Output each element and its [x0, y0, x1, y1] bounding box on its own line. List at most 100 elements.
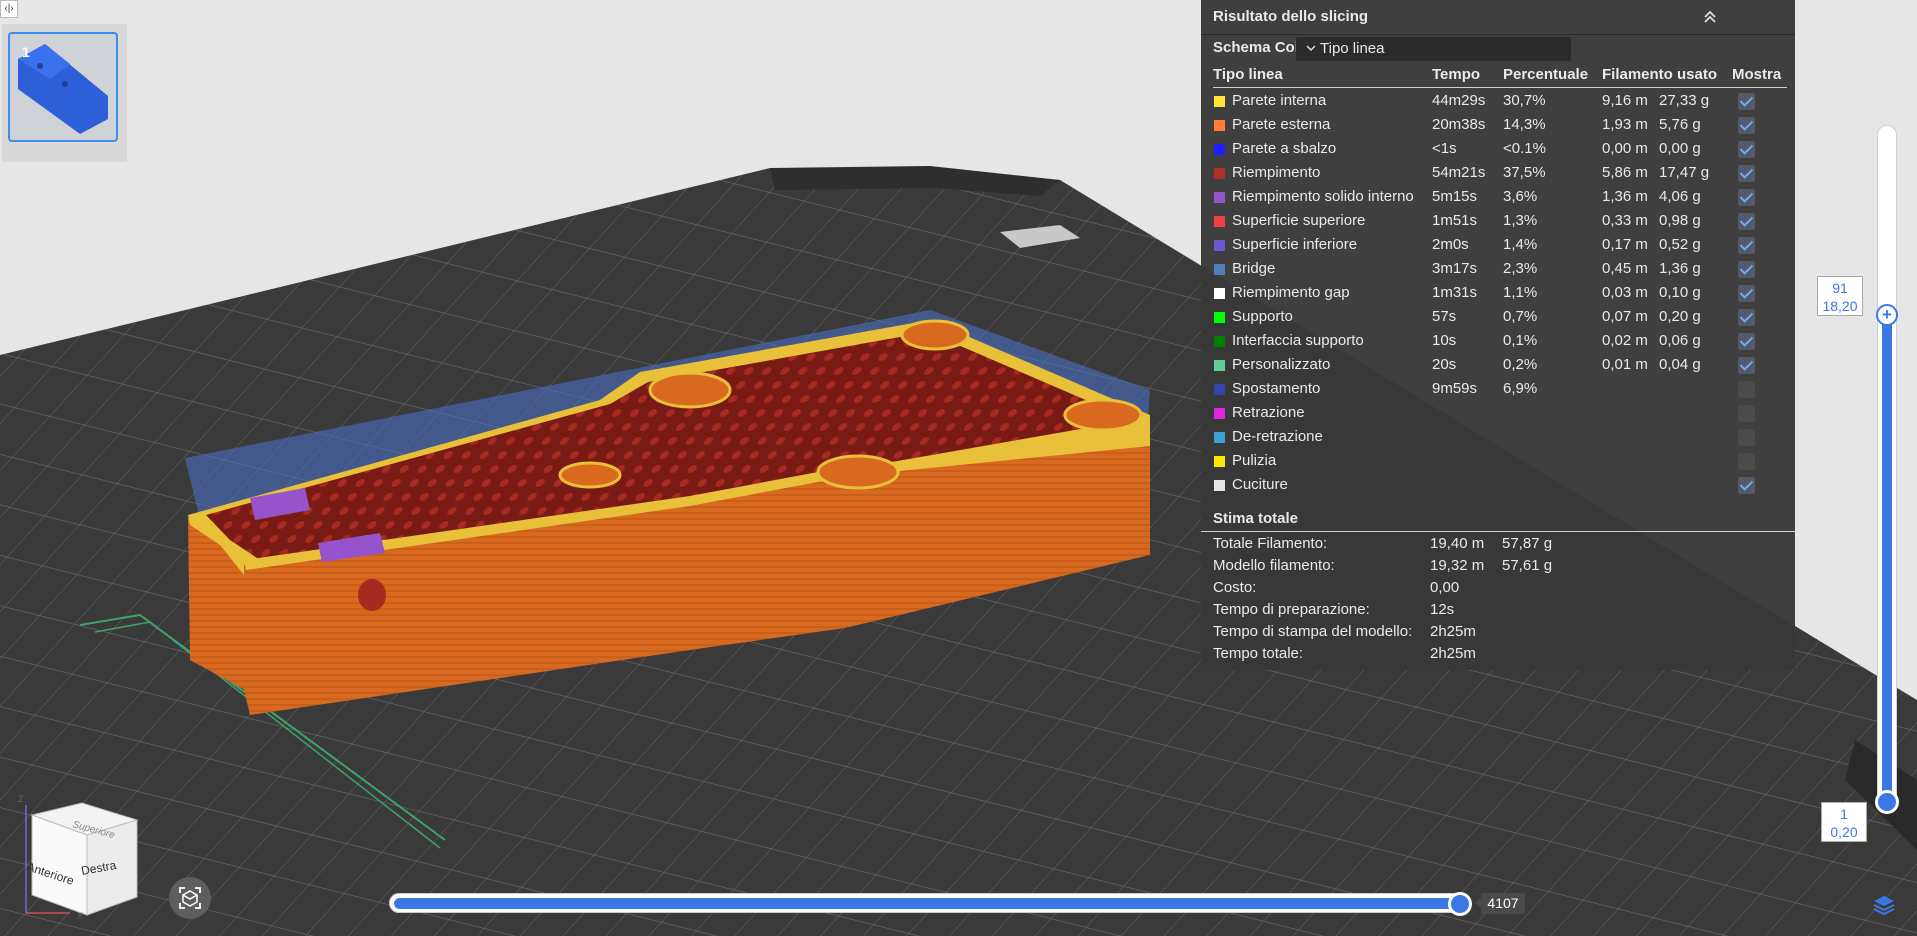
total-row: Tempo di stampa del modello: 2h25m: [1201, 623, 1795, 645]
total-label: Tempo di preparazione:: [1213, 601, 1370, 618]
line-type-length: 0,00 m: [1602, 140, 1648, 157]
line-type-percent: 3,6%: [1503, 188, 1538, 205]
color-swatch: [1214, 192, 1225, 203]
plate-number: 1: [22, 44, 30, 60]
plate-thumbnail-panel: 1: [2, 24, 127, 162]
fit-view-button[interactable]: [169, 877, 211, 919]
line-type-name: Riempimento solido interno: [1232, 188, 1414, 205]
total-value-secondary: 57,61 g: [1502, 557, 1553, 574]
chevron-down-icon: [1306, 45, 1316, 52]
line-type-name: Spostamento: [1232, 380, 1321, 397]
layer-slider-bottom-handle[interactable]: [1875, 790, 1899, 814]
color-swatch: [1214, 312, 1225, 323]
show-checkbox[interactable]: [1738, 381, 1755, 398]
line-type-length: 0,45 m: [1602, 260, 1648, 277]
show-checkbox[interactable]: [1738, 357, 1755, 374]
line-type-row: Personalizzato 20s 0,2% 0,01 m 0,04 g: [1201, 354, 1795, 378]
line-type-length: 5,86 m: [1602, 164, 1648, 181]
total-label: Modello filamento:: [1213, 557, 1335, 574]
totals-title: Stima totale: [1213, 510, 1299, 527]
total-value: 2h25m: [1430, 645, 1476, 662]
move-slider-handle[interactable]: [1448, 892, 1472, 916]
color-swatch: [1214, 96, 1225, 107]
show-checkbox[interactable]: [1738, 165, 1755, 182]
collapse-icon[interactable]: [1701, 8, 1719, 26]
line-type-row: De-retrazione: [1201, 426, 1795, 450]
color-swatch: [1214, 456, 1225, 467]
line-type-name: Retrazione: [1232, 404, 1305, 421]
line-type-percent: 0,2%: [1503, 356, 1538, 373]
show-checkbox[interactable]: [1738, 213, 1755, 230]
sidebar-toggle-button[interactable]: ‹|›: [0, 0, 18, 18]
header-percent: Percentuale: [1503, 66, 1589, 83]
color-swatch: [1214, 480, 1225, 491]
line-type-length: 0,07 m: [1602, 308, 1648, 325]
line-type-time: 2m0s: [1432, 236, 1469, 253]
line-type-weight: 0,20 g: [1659, 308, 1701, 325]
fit-view-icon: [179, 887, 201, 909]
line-type-percent: 1,3%: [1503, 212, 1538, 229]
line-type-length: 1,36 m: [1602, 188, 1648, 205]
show-checkbox[interactable]: [1738, 333, 1755, 350]
line-type-percent: 0,7%: [1503, 308, 1538, 325]
line-type-time: 1m31s: [1432, 284, 1478, 301]
show-checkbox[interactable]: [1738, 141, 1755, 158]
show-checkbox[interactable]: [1738, 237, 1755, 254]
line-type-row: Pulizia: [1201, 450, 1795, 474]
line-type-weight: 17,47 g: [1659, 164, 1710, 181]
line-type-row: Riempimento solido interno 5m15s 3,6% 1,36 …: [1201, 186, 1795, 210]
line-type-name: Interfaccia supporto: [1232, 332, 1364, 349]
show-checkbox[interactable]: [1738, 477, 1755, 494]
line-type-time: 57s: [1432, 308, 1457, 325]
view-cube[interactable]: Superiore Anteriore Destra Z X: [12, 785, 142, 921]
color-swatch: [1214, 408, 1225, 419]
line-type-row: Superficie superiore 1m51s 1,3% 0,33 m 0,98 …: [1201, 210, 1795, 234]
total-label: Tempo totale:: [1213, 645, 1304, 662]
show-checkbox[interactable]: [1738, 405, 1755, 422]
show-checkbox[interactable]: [1738, 261, 1755, 278]
axis-x-label: X: [77, 911, 83, 920]
line-type-row: Riempimento 54m21s 37,5% 5,86 m 17,47 g: [1201, 162, 1795, 186]
layer-slider-top-handle[interactable]: +: [1876, 304, 1898, 326]
layers-icon[interactable]: [1872, 893, 1896, 917]
show-checkbox[interactable]: [1738, 189, 1755, 206]
show-checkbox[interactable]: [1738, 453, 1755, 470]
total-label: Costo:: [1213, 579, 1257, 596]
total-value: 19,40 m: [1430, 535, 1485, 552]
color-scheme-dropdown[interactable]: Tipo linea: [1296, 37, 1571, 61]
line-type-name: Superficie superiore: [1232, 212, 1366, 229]
line-type-row: Parete a sbalzo <1s <0.1% 0,00 m 0,00 g: [1201, 138, 1795, 162]
line-type-name: Personalizzato: [1232, 356, 1331, 373]
line-type-time: 1m51s: [1432, 212, 1478, 229]
plate-thumbnail[interactable]: 1: [8, 32, 118, 142]
show-checkbox[interactable]: [1738, 117, 1755, 134]
color-swatch: [1214, 384, 1225, 395]
line-type-percent: 6,9%: [1503, 380, 1538, 397]
line-type-weight: 27,33 g: [1659, 92, 1710, 109]
line-type-weight: 0,10 g: [1659, 284, 1701, 301]
total-row: Modello filamento: 19,32 m 57,61 g: [1201, 557, 1795, 579]
color-swatch: [1214, 336, 1225, 347]
show-checkbox[interactable]: [1738, 429, 1755, 446]
show-checkbox[interactable]: [1738, 309, 1755, 326]
move-slider-fill: [394, 898, 1460, 909]
color-scheme-value: Tipo linea: [1320, 40, 1385, 57]
total-value-secondary: 57,87 g: [1502, 535, 1553, 552]
show-checkbox[interactable]: [1738, 93, 1755, 110]
line-type-weight: 0,04 g: [1659, 356, 1701, 373]
total-value: 19,32 m: [1430, 557, 1485, 574]
line-type-name: Cuciture: [1232, 476, 1288, 493]
line-type-name: Parete interna: [1232, 92, 1327, 109]
axis-z-label: Z: [18, 794, 24, 804]
color-swatch: [1214, 360, 1225, 371]
line-type-percent: 1,4%: [1503, 236, 1538, 253]
line-type-weight: 5,76 g: [1659, 116, 1701, 133]
line-type-row: Retrazione: [1201, 402, 1795, 426]
total-value: 0,00: [1430, 579, 1460, 596]
total-label: Totale Filamento:: [1213, 535, 1328, 552]
show-checkbox[interactable]: [1738, 285, 1755, 302]
line-type-name: Parete esterna: [1232, 116, 1331, 133]
line-type-name: Riempimento: [1232, 164, 1321, 181]
line-type-time: 20s: [1432, 356, 1457, 373]
line-type-weight: 0,06 g: [1659, 332, 1701, 349]
